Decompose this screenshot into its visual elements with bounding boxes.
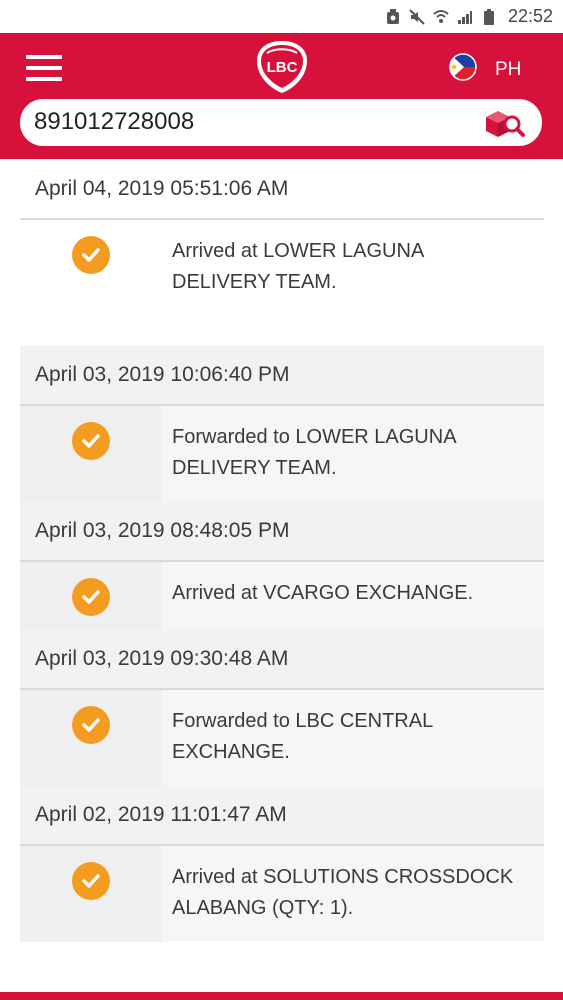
tracking-entry: April 03, 2019 09:30:48 AM Forwarded to … (20, 630, 544, 786)
signal-icon (456, 8, 474, 26)
entry-datetime: April 03, 2019 08:48:05 PM (20, 502, 544, 562)
entry-status: Arrived at SOLUTIONS CROSSDOCK ALABANG (… (162, 846, 544, 942)
mute-icon (408, 8, 426, 26)
entry-body: Arrived at LOWER LAGUNA DELIVERY TEAM. (20, 220, 544, 316)
entry-datetime: April 03, 2019 10:06:40 PM (20, 346, 544, 406)
tracking-entry: April 03, 2019 10:06:40 PM Forwarded to … (20, 346, 544, 502)
entry-icon-cell (20, 562, 162, 630)
status-bar: 22:52 (0, 0, 563, 33)
check-circle-icon (72, 422, 110, 460)
entry-body: Arrived at VCARGO EXCHANGE. (20, 562, 544, 630)
entry-status: Arrived at LOWER LAGUNA DELIVERY TEAM. (172, 240, 424, 293)
tracking-entry: April 02, 2019 11:01:47 AM Arrived at SO… (20, 786, 544, 942)
entry-icon-cell (20, 690, 162, 786)
entry-status: Forwarded to LBC CENTRAL EXCHANGE. (162, 690, 544, 786)
tracking-entry: April 04, 2019 05:51:06 AM Arrived at LO… (20, 160, 544, 316)
wifi-icon (432, 8, 450, 26)
tracking-timeline: April 04, 2019 05:51:06 AM Arrived at LO… (20, 160, 544, 942)
country-code: PH (495, 58, 522, 80)
entry-status: Forwarded to LOWER LAGUNA DELIVERY TEAM. (162, 406, 544, 502)
battery-icon (480, 8, 498, 26)
entry-datetime: April 03, 2019 09:30:48 AM (20, 630, 544, 690)
philippines-flag-icon (449, 53, 477, 86)
entry-datetime: April 02, 2019 11:01:47 AM (20, 786, 544, 846)
check-circle-icon (72, 862, 110, 900)
svg-text:LBC: LBC (267, 59, 298, 76)
entry-datetime: April 04, 2019 05:51:06 AM (20, 160, 544, 220)
app-header: LBC PH (0, 33, 563, 159)
tracking-search-box (20, 99, 542, 146)
tracking-number-input[interactable] (34, 105, 464, 139)
check-circle-icon (72, 706, 110, 744)
battery-saver-icon (384, 8, 402, 26)
entry-icon-cell (20, 846, 162, 942)
check-circle-icon (72, 578, 110, 616)
entry-icon-cell (20, 406, 162, 502)
status-time: 22:52 (507, 6, 553, 26)
entry-body: Forwarded to LBC CENTRAL EXCHANGE. (20, 690, 544, 786)
parcel-search-icon[interactable] (482, 107, 526, 139)
lbc-logo[interactable]: LBC (253, 39, 311, 95)
entry-status: Arrived at VCARGO EXCHANGE. (162, 562, 544, 630)
country-selector[interactable]: PH (449, 53, 521, 86)
check-circle-icon (72, 236, 110, 274)
hamburger-menu-icon[interactable] (26, 55, 62, 85)
bottom-nav-edge (0, 992, 563, 1000)
tracking-entry: April 03, 2019 08:48:05 PM Arrived at VC… (20, 502, 544, 630)
entry-body: Arrived at SOLUTIONS CROSSDOCK ALABANG (… (20, 846, 544, 942)
entry-body: Forwarded to LOWER LAGUNA DELIVERY TEAM. (20, 406, 544, 502)
entry-icon-cell (20, 220, 162, 316)
